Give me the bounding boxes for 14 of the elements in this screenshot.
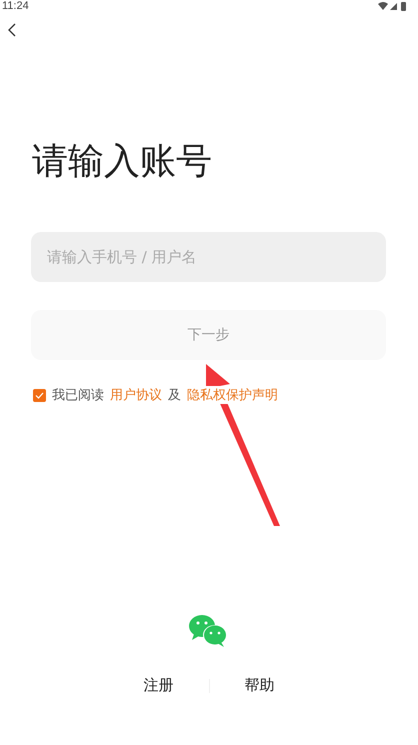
user-agreement-link[interactable]: 用户协议 [110,386,162,404]
status-icons [378,1,408,11]
footer-link[interactable]: 注册 [108,676,208,695]
back-icon[interactable] [6,22,18,38]
footer-link[interactable]: 帮助 [210,676,310,695]
check-icon [35,392,44,398]
agreement-text: 我已阅读 [52,387,104,404]
status-time: 11:24 [2,0,29,12]
page-title: 请输入账号 [32,140,213,184]
chat-bubbles-icon[interactable] [188,614,228,648]
conjunction-text: 及 [168,387,181,404]
privacy-policy-link[interactable]: 隐私权保护声明 [187,386,278,404]
account-field[interactable]: 请输入手机号 / 用户名 [31,232,386,282]
agreement-checkbox[interactable] [33,388,46,402]
